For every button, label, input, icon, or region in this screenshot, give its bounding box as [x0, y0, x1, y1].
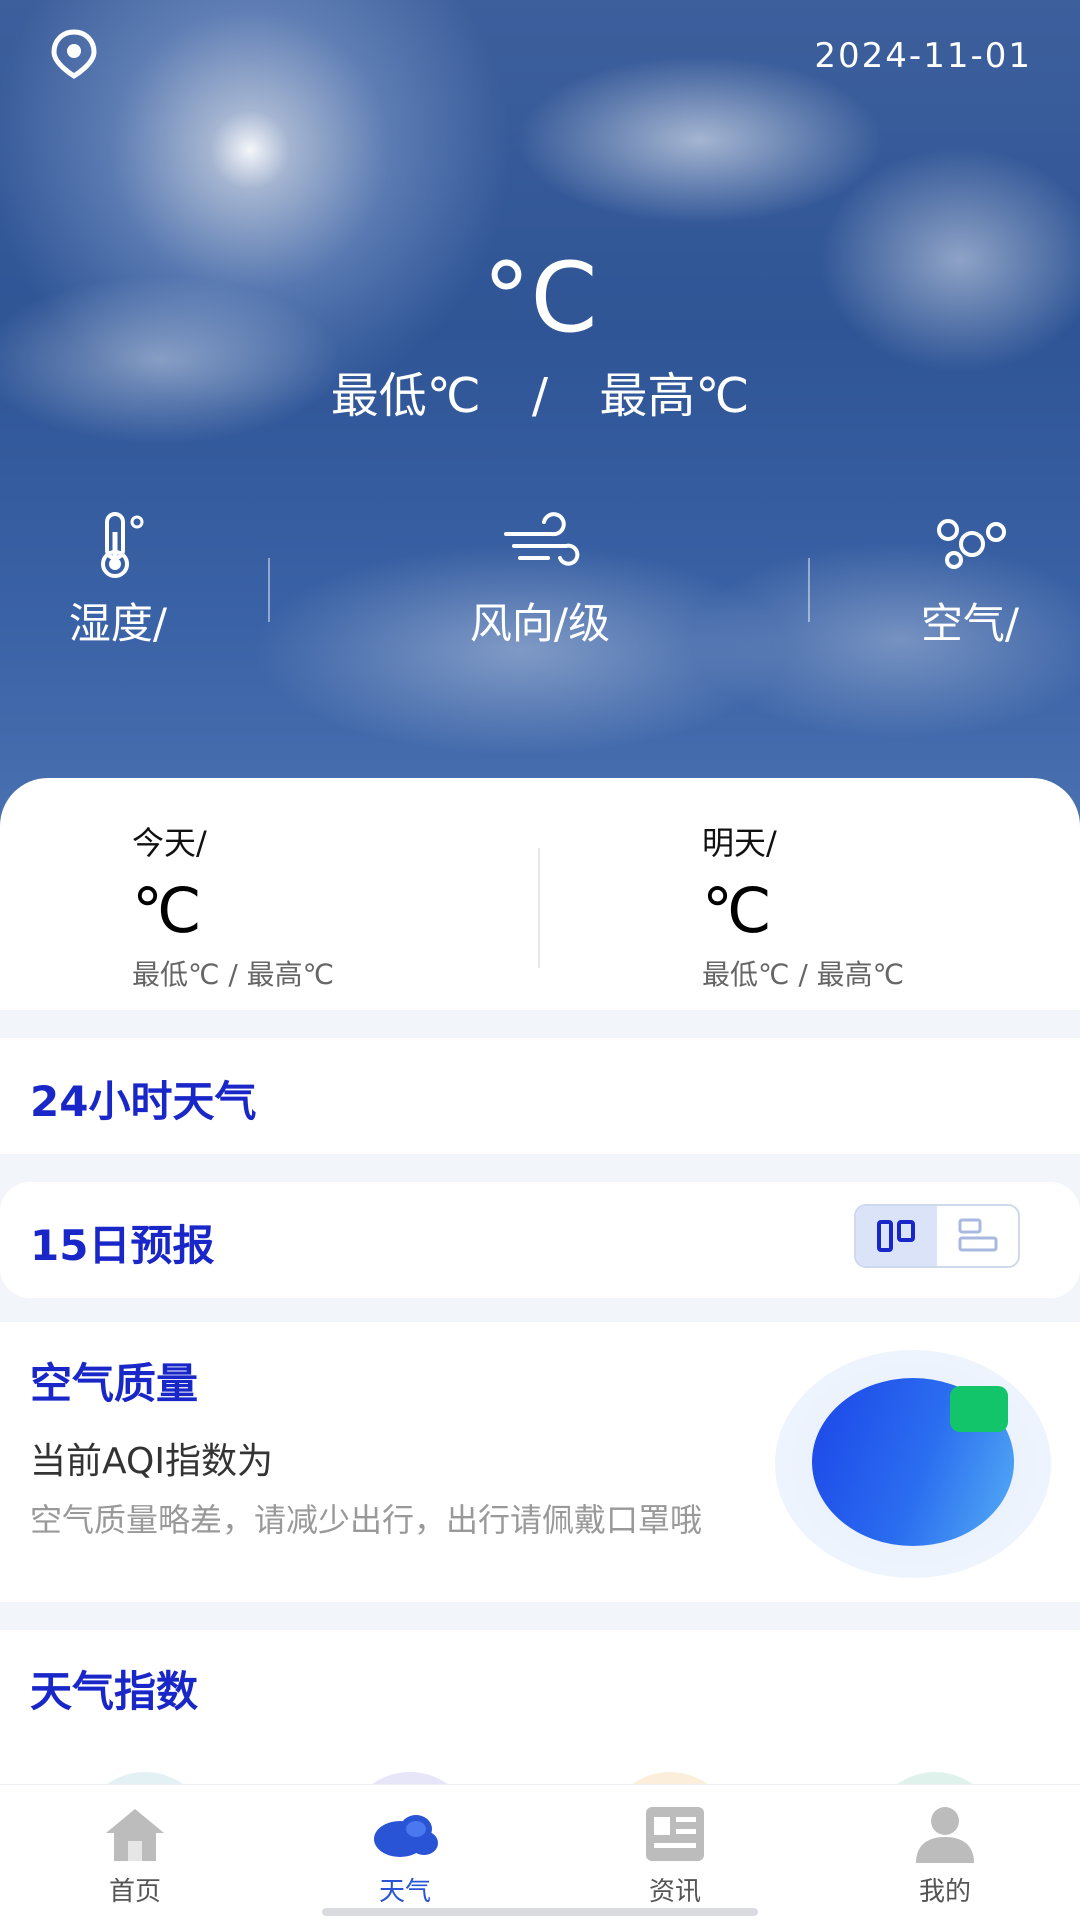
today-label: 今天/	[132, 824, 207, 862]
temp-low: 最低℃	[330, 368, 481, 424]
tab-weather-label: 天气	[378, 1877, 431, 1907]
list-view-icon	[958, 1218, 997, 1252]
aqi-title: 空气质量	[30, 1359, 199, 1408]
weather-hero: 2024-11-01 °C 最低℃ / 最高℃ 湿度/ 风向/级 空气/	[0, 0, 1080, 830]
toggle-column-view[interactable]	[856, 1206, 937, 1266]
index-title: 天气指数	[30, 1667, 199, 1716]
tab-home[interactable]: 首页	[65, 1803, 205, 1908]
home-indicator[interactable]	[322, 1908, 758, 1916]
metric-wind: 风向/级	[440, 510, 640, 651]
metric-air-label: 空气/	[920, 599, 1020, 648]
air-bubbles-icon	[937, 519, 1006, 569]
cloud-icon	[374, 1815, 438, 1857]
tomorrow-range: 最低℃ / 最高℃	[702, 958, 905, 991]
temp-separator: /	[531, 368, 549, 424]
toggle-list-view[interactable]	[937, 1206, 1018, 1266]
temp-high: 最高℃	[599, 368, 750, 424]
weather-index-card: 天气指数	[0, 1630, 1080, 1902]
metric-wind-label: 风向/级	[469, 599, 611, 648]
user-icon	[916, 1807, 974, 1863]
today-tomorrow-card: 今天/ ℃ 最低℃ / 最高℃ 明天/ ℃ 最低℃ / 最高℃	[0, 778, 1080, 1010]
location-pin-icon[interactable]	[48, 28, 100, 80]
forecast-title: 15日预报	[30, 1221, 215, 1270]
metric-air: 空气/	[900, 510, 1040, 651]
metric-humidity-label: 湿度/	[68, 599, 168, 648]
aqi-subtitle: 当前AQI指数为	[30, 1441, 273, 1482]
day-divider	[538, 848, 540, 968]
tab-profile[interactable]: 我的	[875, 1803, 1015, 1908]
aqi-level-badge	[950, 1386, 1008, 1432]
tab-weather[interactable]: 天气	[335, 1803, 475, 1908]
hourly-weather-card[interactable]: 24小时天气	[0, 1038, 1080, 1154]
home-icon	[106, 1809, 164, 1861]
today-temp: ℃	[132, 874, 202, 947]
hourly-title: 24小时天气	[30, 1077, 257, 1126]
tab-news-label: 资讯	[648, 1877, 701, 1907]
metric-divider	[808, 558, 810, 622]
air-quality-card[interactable]: 空气质量 当前AQI指数为 空气质量略差，请减少出行，出行请佩戴口罩哦	[0, 1322, 1080, 1602]
tab-news[interactable]: 资讯	[605, 1803, 745, 1908]
column-view-icon	[876, 1220, 915, 1252]
forecast-view-toggle	[854, 1204, 1020, 1268]
forecast-15day-card: 15日预报	[0, 1182, 1080, 1298]
temperature-range: 最低℃ / 最高℃	[0, 356, 1080, 426]
news-icon	[646, 1807, 704, 1861]
weather-metrics: 湿度/ 风向/级 空气/	[0, 510, 1080, 650]
today-range: 最低℃ / 最高℃	[132, 958, 335, 991]
tab-home-label: 首页	[108, 1877, 161, 1907]
tomorrow-temp: ℃	[702, 874, 772, 947]
current-date: 2024-11-01	[814, 36, 1032, 76]
bottom-tab-bar: 首页 天气 资讯 我的	[0, 1784, 1080, 1920]
tab-profile-label: 我的	[918, 1877, 971, 1907]
tomorrow-summary[interactable]: 明天/ ℃ 最低℃ / 最高℃	[702, 818, 904, 993]
today-summary[interactable]: 今天/ ℃ 最低℃ / 最高℃	[132, 818, 334, 993]
metric-divider	[268, 558, 270, 622]
current-temperature: °C	[482, 242, 598, 354]
metric-humidity: 湿度/	[48, 510, 188, 651]
aqi-description: 空气质量略差，请减少出行，出行请佩戴口罩哦	[30, 1501, 703, 1539]
thermometer-icon	[101, 512, 144, 578]
tomorrow-label: 明天/	[702, 824, 777, 862]
wind-icon	[504, 512, 580, 566]
